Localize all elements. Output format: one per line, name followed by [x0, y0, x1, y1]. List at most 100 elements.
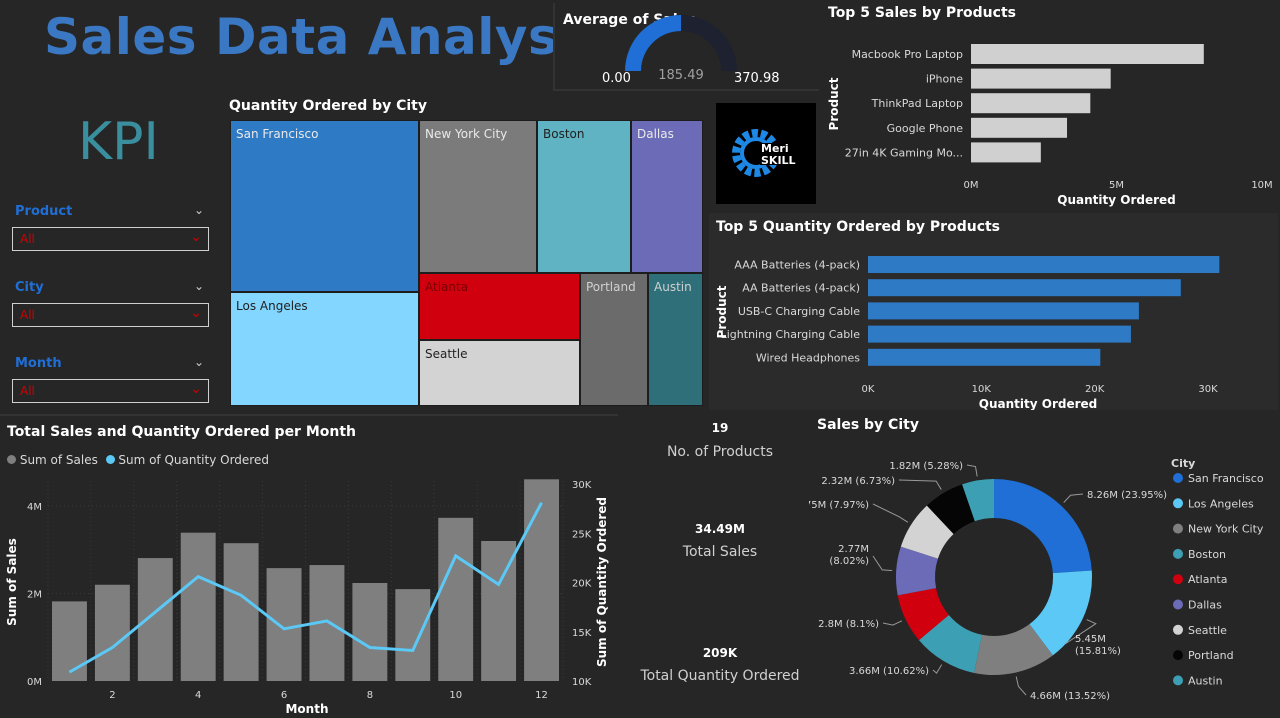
treemap-cell-los-angeles[interactable]: Los Angeles	[230, 292, 419, 406]
legend-item-label: Portland	[1188, 649, 1234, 662]
y-tick-label: 2M	[27, 590, 42, 601]
legend-item-label: Dallas	[1188, 599, 1222, 612]
x-axis-title: Quantity Ordered	[1057, 193, 1175, 207]
x-tick-label: 10K	[972, 384, 992, 395]
donut-slice	[994, 479, 1092, 574]
x-tick-label: 10	[449, 690, 462, 701]
dropdown-arrow-icon: ⌄	[190, 381, 202, 397]
bar	[524, 479, 559, 681]
slice-label: 8.26M (23.95%)	[1087, 490, 1167, 501]
bar	[971, 117, 1068, 138]
chevron-down-icon[interactable]: ⌄	[194, 203, 204, 217]
x-tick-label: 10M	[1251, 180, 1272, 191]
x-tick-label: 6	[281, 690, 287, 701]
bar	[266, 568, 302, 681]
legend-item-label: New York City	[1188, 523, 1264, 536]
dropdown-arrow-icon: ⌄	[190, 305, 202, 321]
month-dropdown-value: All	[20, 384, 35, 398]
bar	[868, 279, 1181, 297]
treemap-cell-seattle[interactable]: Seattle	[419, 340, 580, 406]
y2-tick-label: 15K	[572, 628, 592, 639]
legend-item-label: Seattle	[1188, 624, 1227, 637]
chevron-down-icon[interactable]: ⌄	[194, 355, 204, 369]
slice-label: 4.66M (13.52%)	[1030, 691, 1110, 702]
gauge-visual[interactable]: Average of Sales 0.00 185.49 370.98	[553, 3, 819, 91]
bar	[868, 256, 1220, 273]
treemap-cell-dallas[interactable]: Dallas	[631, 120, 703, 273]
slice-label: 2.75M (7.97%)	[809, 500, 869, 511]
category-label: iPhone	[926, 73, 963, 86]
legend-item-label: Austin	[1188, 674, 1223, 687]
x-tick-label: 30K	[1198, 384, 1218, 395]
slicer-city-label: City	[15, 280, 44, 295]
chevron-down-icon[interactable]: ⌄	[194, 279, 204, 293]
total-qty-label: Total Quantity Ordered	[640, 668, 800, 684]
product-dropdown-value: All	[20, 232, 35, 246]
slicer-product-label: Product	[15, 204, 73, 219]
category-label: USB-C Charging Cable	[738, 305, 860, 318]
dashboard-title: Sales Data Analysis	[44, 8, 607, 66]
dropdown-arrow-icon: ⌄	[190, 229, 202, 245]
slice-label: (15.81%)	[1075, 646, 1121, 657]
x-tick-label: 4	[195, 690, 201, 701]
bar	[971, 68, 1111, 89]
leader-line	[966, 464, 978, 477]
city-dropdown-value: All	[20, 308, 35, 322]
sales-by-city-chart: 8.26M (23.95%) 5.45M(15.81%) 4.66M (13.52%…	[809, 457, 1264, 702]
treemap-cell-san-francisco[interactable]: San Francisco	[230, 120, 419, 292]
slicer-month-label: Month	[15, 356, 62, 371]
sales-by-city-visual[interactable]: Sales by City 8.26M (23.95%) 5.45M (15.81%…	[809, 410, 1280, 718]
gauge-value: 185.49	[658, 68, 704, 83]
x-tick-label: 0M	[964, 180, 979, 191]
city-dropdown[interactable]: All ⌄	[12, 303, 209, 327]
category-label: Macbook Pro Laptop	[852, 48, 963, 61]
x-axis-title: Month	[285, 702, 328, 716]
treemap-cell-portland[interactable]: Portland	[580, 273, 648, 406]
y2-tick-label: 10K	[572, 677, 592, 688]
total-sales-value: 34.49M	[695, 522, 745, 536]
treemap-cell-atlanta[interactable]: Atlanta	[419, 273, 580, 340]
legend-dot-icon	[1173, 599, 1183, 610]
treemap-cell-new-york-city[interactable]: New York City	[419, 120, 537, 273]
slice-label: 3.66M (10.62%)	[849, 666, 929, 677]
y2-tick-label: 25K	[572, 529, 592, 540]
legend-dot-icon	[1173, 523, 1183, 534]
x-tick-label: 5M	[1109, 180, 1124, 191]
treemap-title: Quantity Ordered by City	[229, 98, 427, 114]
monthly-combo-visual[interactable]: Total Sales and Quantity Ordered per Mon…	[0, 414, 618, 718]
top-sales-products-visual[interactable]: Top 5 Sales by Products Macbook Pro Lapt…	[822, 0, 1280, 208]
slice-label: 1.82M (5.28%)	[889, 461, 963, 472]
bar	[868, 325, 1131, 343]
bar	[180, 532, 216, 681]
treemap-cell-boston[interactable]: Boston	[537, 120, 631, 273]
legend-item-label: Boston	[1188, 548, 1226, 561]
leader-line	[872, 555, 893, 572]
slice-label: 2.32M (6.73%)	[821, 476, 895, 487]
x-tick-label: 8	[367, 690, 373, 701]
products-count-value: 19	[711, 421, 729, 435]
monthly-combo-chart: 0M 2M 4M 10K 15K 20K 25K 30K 2 4 6 8 10 12 Month Sum of…	[5, 479, 609, 716]
bar	[868, 302, 1139, 320]
kpi-label: KPI	[78, 112, 159, 172]
treemap-cell-austin[interactable]: Austin	[648, 273, 703, 406]
slice-label: (8.02%)	[829, 556, 869, 567]
bar	[971, 44, 1204, 64]
y-axis-title: Product	[827, 77, 841, 130]
category-label: ThinkPad Laptop	[871, 97, 963, 110]
slice-label: 2.8M (8.1%)	[818, 619, 879, 630]
leader-line	[1015, 676, 1027, 696]
treemap-visual[interactable]: Quantity Ordered by City San Francisco N…	[221, 92, 707, 412]
category-label: AAA Batteries (4-pack)	[734, 259, 860, 272]
legend-dot-icon	[1173, 548, 1183, 559]
y2-tick-label: 30K	[572, 480, 592, 491]
legend-dot-icon	[1173, 675, 1183, 686]
gauge-fill	[625, 15, 681, 71]
bar	[223, 543, 259, 681]
legend-dot-icon	[1173, 498, 1183, 509]
top-qty-products-visual[interactable]: Top 5 Quantity Ordered by Products AAA B…	[709, 213, 1278, 410]
bar	[52, 601, 87, 681]
product-dropdown[interactable]: All ⌄	[12, 227, 209, 251]
month-dropdown[interactable]: All ⌄	[12, 379, 209, 403]
slice-label: 5.45M	[1075, 634, 1106, 645]
leader-line	[898, 479, 942, 490]
